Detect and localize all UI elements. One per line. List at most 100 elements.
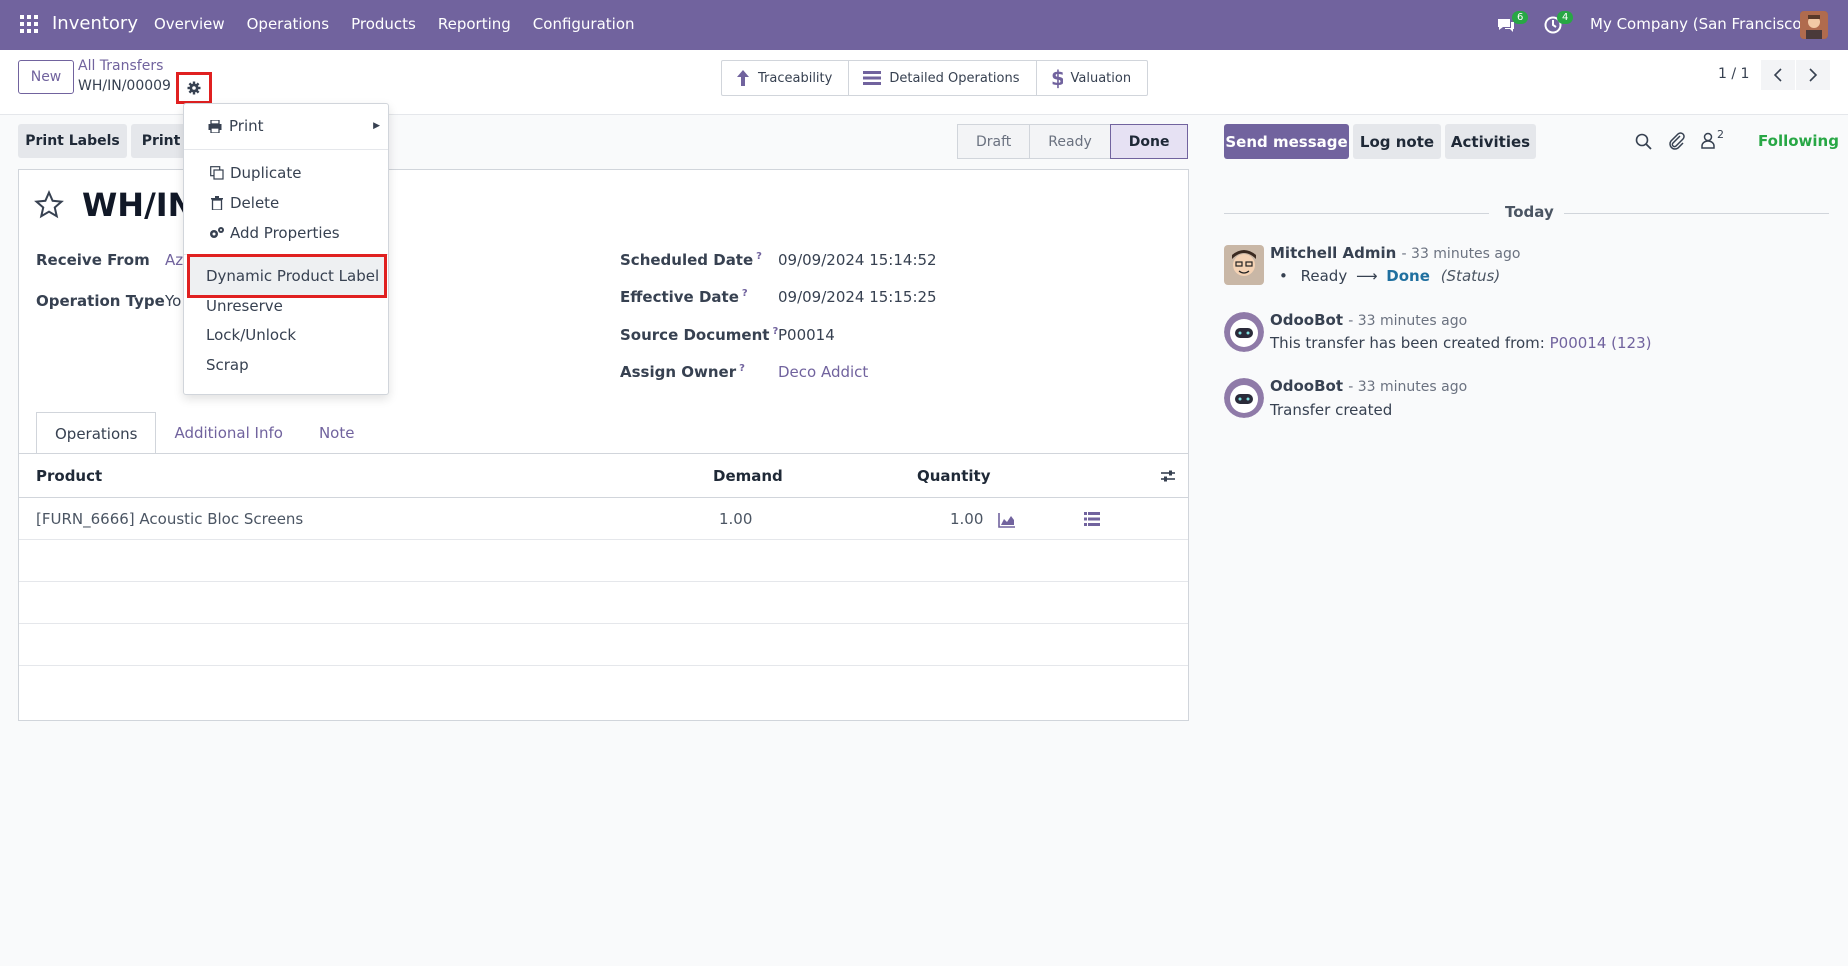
followers-count: 2 xyxy=(1717,128,1724,141)
search-icon[interactable] xyxy=(1635,133,1652,150)
status-bar: Draft Ready Done xyxy=(957,124,1189,159)
copy-icon xyxy=(206,166,228,180)
chevron-right-icon xyxy=(1809,68,1818,82)
following-button[interactable]: Following xyxy=(1758,132,1839,150)
gear-actions-button[interactable] xyxy=(176,72,212,104)
details-list-icon[interactable] xyxy=(1084,512,1100,526)
column-demand[interactable]: Demand xyxy=(713,467,783,485)
message-body: Transfer created xyxy=(1270,401,1393,419)
quantity-cell: 1.00 xyxy=(950,510,984,528)
table-empty-row xyxy=(19,541,1188,582)
printer-icon xyxy=(204,119,226,133)
table-header: Product Demand Quantity xyxy=(19,454,1188,498)
dollar-icon: $ xyxy=(1051,67,1063,89)
tab-operations[interactable]: Operations xyxy=(36,412,157,454)
pager-value[interactable]: 1 / 1 xyxy=(1718,66,1749,82)
message-author: Mitchell Admin - 33 minutes ago xyxy=(1270,244,1521,262)
chevron-left-icon xyxy=(1773,68,1782,82)
demand-cell: 1.00 xyxy=(719,510,753,528)
arrow-right-icon: ⟶ xyxy=(1356,267,1378,285)
menu-configuration[interactable]: Configuration xyxy=(533,15,635,33)
message-time: - 33 minutes ago xyxy=(1348,313,1468,329)
message-author: OdooBot - 33 minutes ago xyxy=(1270,377,1468,395)
app-menu-icon[interactable] xyxy=(20,15,38,33)
operation-type-value[interactable]: Yo xyxy=(165,292,181,310)
menu-overview[interactable]: Overview xyxy=(154,15,225,33)
menu-reporting[interactable]: Reporting xyxy=(438,15,511,33)
user-avatar[interactable] xyxy=(1800,11,1828,39)
forecast-chart-icon[interactable] xyxy=(998,512,1016,528)
operation-type-label: Operation Type xyxy=(36,292,165,310)
help-tooltip-icon[interactable]: ? xyxy=(742,288,748,299)
pager-next-button[interactable] xyxy=(1796,60,1830,90)
log-note-button[interactable]: Log note xyxy=(1353,124,1441,159)
assign-owner-label: Assign Owner? xyxy=(620,363,745,381)
company-switcher[interactable]: My Company (San Francisco) xyxy=(1590,15,1807,33)
trash-icon xyxy=(206,196,228,210)
menu-operations[interactable]: Operations xyxy=(247,15,329,33)
pager-previous-button[interactable] xyxy=(1761,60,1795,90)
help-tooltip-icon[interactable]: ? xyxy=(756,251,762,262)
paperclip-icon[interactable] xyxy=(1668,132,1686,150)
menu-item-add-properties[interactable]: Add Properties xyxy=(184,219,388,247)
caret-right-icon: ▶ xyxy=(373,121,380,131)
tab-note[interactable]: Note xyxy=(301,412,373,454)
send-message-button[interactable]: Send message xyxy=(1224,124,1349,159)
status-done[interactable]: Done xyxy=(1109,124,1189,159)
menu-item-duplicate[interactable]: Duplicate xyxy=(184,159,388,187)
followers-icon[interactable] xyxy=(1700,132,1716,150)
source-document-label: Source Document? xyxy=(620,326,779,344)
scheduled-date-label: Scheduled Date? xyxy=(620,251,762,269)
effective-date-label: Effective Date? xyxy=(620,288,748,306)
tracking-change: • Ready ⟶ Done (Status) xyxy=(1279,267,1501,285)
menu-item-print[interactable]: Print ▶ xyxy=(184,112,388,140)
traceability-button[interactable]: Traceability xyxy=(722,61,850,95)
today-divider-right xyxy=(1564,213,1829,214)
menu-item-unreserve[interactable]: Unreserve xyxy=(184,292,388,320)
column-settings-icon[interactable] xyxy=(1160,468,1176,484)
old-value: Ready xyxy=(1300,267,1348,285)
column-product[interactable]: Product xyxy=(36,467,102,485)
scheduled-date-value[interactable]: 09/09/2024 15:14:52 xyxy=(778,251,937,269)
menu-item-lock-unlock[interactable]: Lock/Unlock xyxy=(184,321,388,349)
help-tooltip-icon[interactable]: ? xyxy=(739,363,745,374)
avatar[interactable] xyxy=(1224,245,1264,285)
status-draft[interactable]: Draft xyxy=(957,124,1031,159)
menu-item-dynamic-product-label[interactable]: Dynamic Product Label xyxy=(184,262,388,290)
svg-text:$: $ xyxy=(1051,67,1063,89)
today-divider-left xyxy=(1224,213,1489,214)
source-link[interactable]: P00014 (123) xyxy=(1550,334,1652,352)
assign-owner-value[interactable]: Deco Addict xyxy=(778,363,868,381)
breadcrumb-record: WH/IN/00009 xyxy=(78,78,171,94)
valuation-button[interactable]: $ Valuation xyxy=(1037,61,1148,95)
detailed-operations-button[interactable]: Detailed Operations xyxy=(849,61,1037,95)
gear-actions-dropdown: Print ▶ Duplicate Delete Add Properties … xyxy=(183,103,389,395)
breadcrumb-all-transfers[interactable]: All Transfers xyxy=(78,58,163,74)
avatar[interactable] xyxy=(1224,378,1264,418)
message-time: - 33 minutes ago xyxy=(1401,246,1521,262)
source-document-value[interactable]: P00014 xyxy=(778,326,835,344)
receive-from-value[interactable]: Az xyxy=(165,251,183,269)
menu-item-scrap[interactable]: Scrap xyxy=(184,351,388,379)
tracked-field: (Status) xyxy=(1440,267,1501,285)
activities-button[interactable]: Activities xyxy=(1445,124,1536,159)
tab-additional-info[interactable]: Additional Info xyxy=(156,412,300,454)
star-icon[interactable] xyxy=(34,190,64,220)
app-name[interactable]: Inventory xyxy=(52,13,138,34)
today-separator: Today xyxy=(1505,203,1554,221)
menu-item-delete[interactable]: Delete xyxy=(184,189,388,217)
menu-products[interactable]: Products xyxy=(351,15,416,33)
detailed-operations-label: Detailed Operations xyxy=(889,70,1020,86)
gear-icon xyxy=(187,81,201,95)
new-value: Done xyxy=(1386,267,1430,285)
print-labels-button[interactable]: Print Labels xyxy=(18,124,127,158)
effective-date-value[interactable]: 09/09/2024 15:15:25 xyxy=(778,288,937,306)
status-ready[interactable]: Ready xyxy=(1029,124,1111,159)
avatar[interactable] xyxy=(1224,312,1264,352)
column-quantity[interactable]: Quantity xyxy=(917,467,991,485)
print-button[interactable]: Print xyxy=(131,124,191,158)
product-cell: [FURN_6666] Acoustic Bloc Screens xyxy=(36,510,304,528)
table-row[interactable]: [FURN_6666] Acoustic Bloc Screens 1.00 1… xyxy=(19,499,1188,540)
list-icon xyxy=(863,71,882,85)
new-button[interactable]: New xyxy=(18,60,74,94)
